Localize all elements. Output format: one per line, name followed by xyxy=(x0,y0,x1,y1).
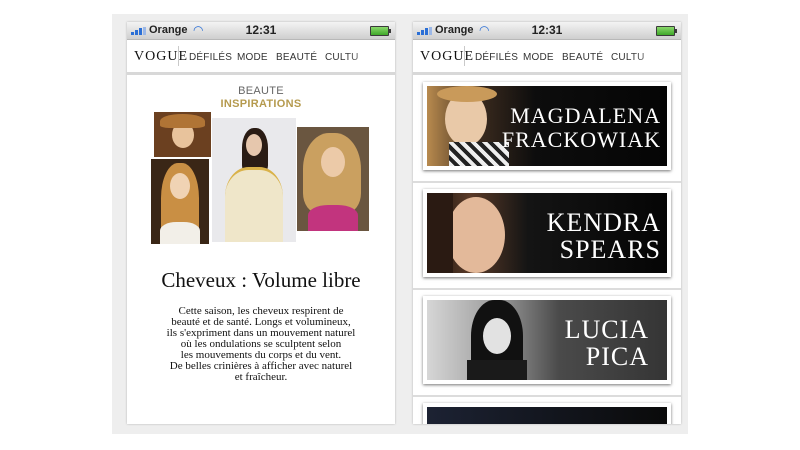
model-portrait xyxy=(447,197,505,273)
model-name: KENDRA SPEARS xyxy=(546,208,661,264)
phone-screen-article: Orange ◠ 12:31 VOGUE DÉFILÉS MODE BEAUTÉ… xyxy=(127,22,395,424)
vogue-logo[interactable]: VOGUE xyxy=(420,49,474,65)
article-body-line: et fraîcheur. xyxy=(234,371,288,383)
nav-fade xyxy=(345,40,395,72)
model-jacket xyxy=(449,142,509,166)
model-name: LUCIA PICA xyxy=(564,315,649,371)
battery-icon xyxy=(656,26,677,36)
model-banner-lucia[interactable]: LUCIA PICA xyxy=(427,300,667,380)
nav-item-mode[interactable]: MODE xyxy=(237,52,268,63)
nav-fade xyxy=(631,40,681,72)
nav-divider xyxy=(178,46,179,66)
hair-photo-long-blonde[interactable] xyxy=(151,159,209,244)
model-portrait xyxy=(483,318,511,354)
clock: 12:31 xyxy=(531,23,563,37)
model-top xyxy=(467,360,527,380)
hair-photo-wavy-blonde[interactable] xyxy=(297,127,369,231)
section-title: BEAUTE xyxy=(238,85,284,97)
hair-photo-runway[interactable] xyxy=(212,118,296,242)
model-hair xyxy=(437,86,497,102)
battery-icon xyxy=(370,26,391,36)
vogue-logo[interactable]: VOGUE xyxy=(134,49,188,65)
nav-bar: VOGUE DÉFILÉS MODE BEAUTÉ CULTU xyxy=(413,40,681,75)
nav-item-defiles[interactable]: DÉFILÉS xyxy=(475,52,518,63)
model-name: MAGDALENA FRACKOWIAK xyxy=(501,103,661,152)
subsection-title: INSPIRATIONS xyxy=(220,98,302,110)
nav-item-beaute[interactable]: BEAUTÉ xyxy=(562,52,603,63)
status-bar: Orange ◠ 12:31 xyxy=(413,22,681,40)
article-body: Cette saison, les cheveux respirent de b… xyxy=(147,306,375,383)
model-banner-frame: LUCIA PICA xyxy=(423,296,671,384)
model-card[interactable]: KENDRA SPEARS xyxy=(413,182,681,290)
model-banner-magdalena[interactable]: MAGDALENA FRACKOWIAK xyxy=(427,86,667,166)
model-banner-next[interactable] xyxy=(427,407,667,424)
nav-item-beaute[interactable]: BEAUTÉ xyxy=(276,52,317,63)
phone-screen-models: Orange ◠ 12:31 VOGUE DÉFILÉS MODE BEAUTÉ… xyxy=(413,22,681,424)
model-card[interactable] xyxy=(413,396,681,424)
hair-photo-curly[interactable] xyxy=(154,112,211,157)
nav-divider xyxy=(464,46,465,66)
model-card[interactable]: MAGDALENA FRACKOWIAK xyxy=(413,75,681,183)
status-bar: Orange ◠ 12:31 xyxy=(127,22,395,40)
article-headline: Cheveux : Volume libre xyxy=(161,268,361,292)
model-banner-frame: KENDRA SPEARS xyxy=(423,189,671,277)
clock: 12:31 xyxy=(245,23,277,37)
nav-bar: VOGUE DÉFILÉS MODE BEAUTÉ CULTU xyxy=(127,40,395,75)
model-banner-kendra[interactable]: KENDRA SPEARS xyxy=(427,193,667,273)
nav-item-mode[interactable]: MODE xyxy=(523,52,554,63)
model-hair xyxy=(427,193,453,273)
model-banner-frame: MAGDALENA FRACKOWIAK xyxy=(423,82,671,170)
model-card[interactable]: LUCIA PICA xyxy=(413,289,681,397)
model-banner-frame xyxy=(423,403,671,424)
nav-item-defiles[interactable]: DÉFILÉS xyxy=(189,52,232,63)
